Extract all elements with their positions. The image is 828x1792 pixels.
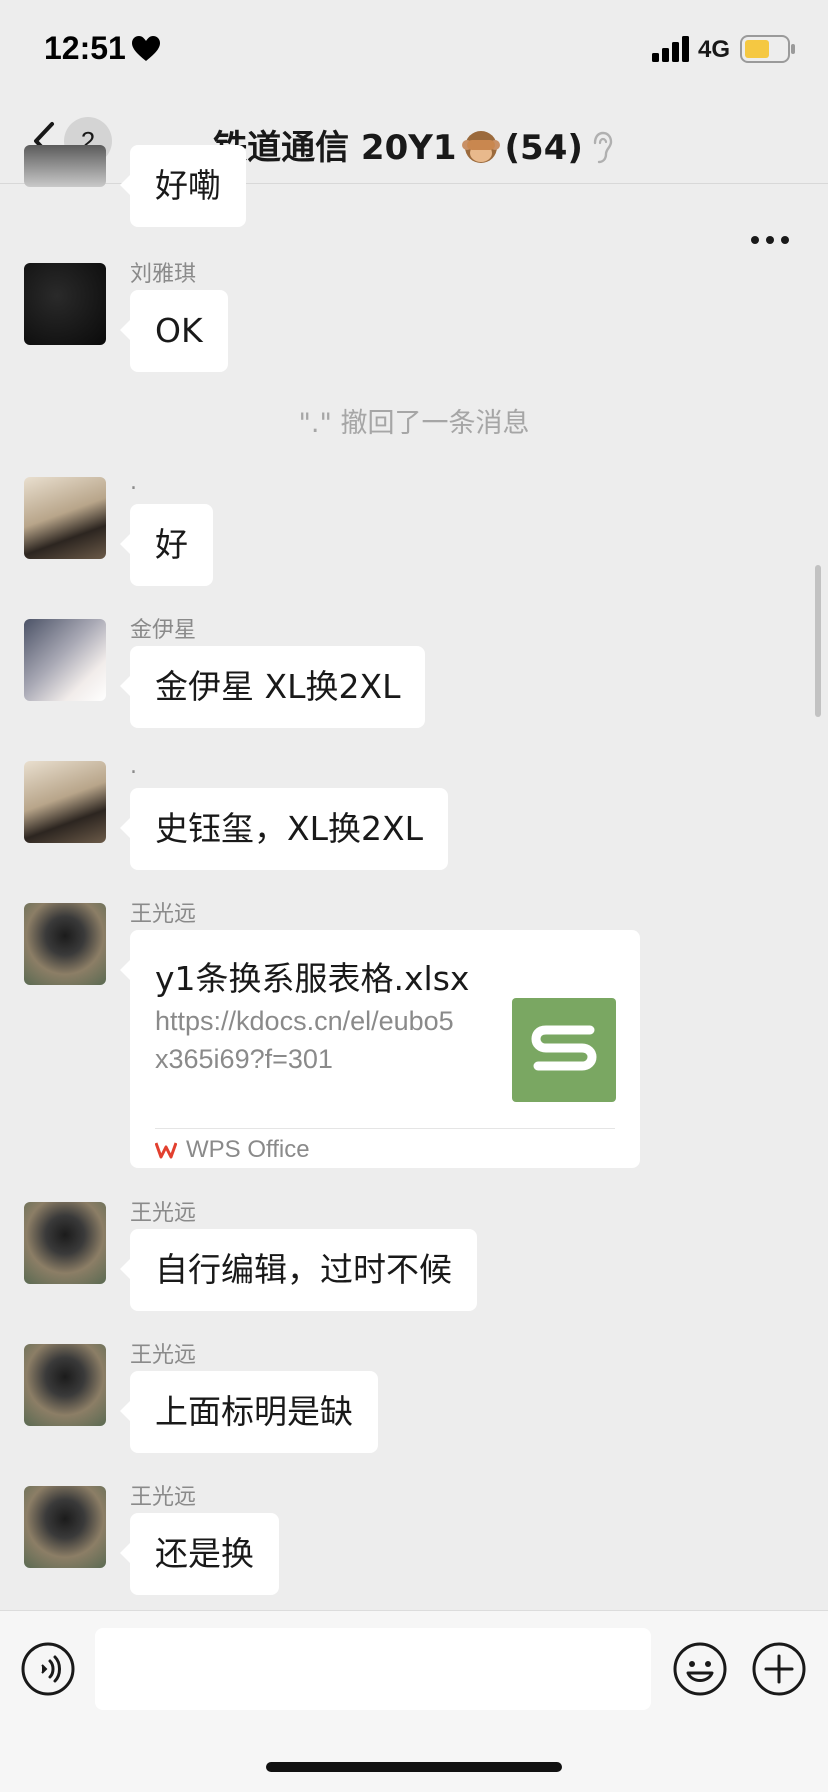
sender-name: 王光远 bbox=[130, 1343, 197, 1368]
file-title: y1条换系服表格.xlsx bbox=[155, 959, 470, 998]
avatar[interactable] bbox=[24, 1344, 106, 1426]
message-bubble[interactable]: 金伊星 XL换2XL bbox=[119, 646, 426, 728]
file-message-card[interactable]: y1条换系服表格.xlsx https://kdocs.cn/el/eubo5x… bbox=[120, 930, 640, 1168]
avatar[interactable] bbox=[24, 1202, 106, 1284]
recall-notice: "." 撤回了一条消息 bbox=[298, 408, 530, 439]
message-text: OK bbox=[155, 311, 203, 350]
divider bbox=[155, 1128, 615, 1129]
home-indicator bbox=[266, 1762, 562, 1772]
message-bubble[interactable]: 好嘞 bbox=[120, 145, 246, 227]
heart-icon bbox=[132, 36, 160, 61]
sender-name: 刘雅琪 bbox=[130, 262, 197, 287]
message-text: 还是换 bbox=[155, 1534, 254, 1573]
message-text: 上面标明是缺 bbox=[155, 1392, 353, 1431]
network-label: 4G bbox=[698, 36, 731, 63]
sender-name: 金伊星 bbox=[130, 618, 197, 643]
avatar[interactable] bbox=[24, 1486, 106, 1568]
message-text: 好 bbox=[155, 525, 188, 564]
sender-name: . bbox=[130, 754, 137, 779]
message-text: 好嘞 bbox=[155, 166, 221, 205]
message-bubble[interactable]: 好 bbox=[120, 504, 213, 586]
avatar[interactable] bbox=[24, 619, 106, 701]
sender-name: 王光远 bbox=[130, 1201, 197, 1226]
status-time: 12:51 bbox=[44, 30, 126, 66]
file-url: https://kdocs.cn/el/eubo5x365i69?f=301 bbox=[155, 1006, 454, 1074]
battery-icon bbox=[740, 35, 795, 63]
chat-title: 铁道通信 20Y1 (54) bbox=[0, 120, 828, 169]
voice-input-button[interactable] bbox=[20, 1641, 76, 1697]
message-bubble[interactable]: 史钰玺，XL换2XL bbox=[120, 788, 448, 870]
wps-spreadsheet-icon bbox=[512, 998, 616, 1102]
message-text: 自行编辑，过时不候 bbox=[155, 1250, 452, 1289]
see-no-evil-monkey-icon bbox=[461, 131, 500, 163]
message-input[interactable] bbox=[95, 1628, 651, 1710]
avatar[interactable] bbox=[24, 761, 106, 843]
ear-off-icon bbox=[593, 131, 613, 164]
avatar[interactable] bbox=[24, 145, 106, 187]
message-bubble[interactable]: OK bbox=[120, 290, 228, 372]
plus-button[interactable] bbox=[751, 1641, 807, 1697]
scrollbar[interactable] bbox=[815, 565, 821, 717]
avatar[interactable] bbox=[24, 477, 106, 559]
wps-logo-icon bbox=[155, 1142, 177, 1159]
chat-title-text: 铁道通信 20Y1 bbox=[213, 128, 457, 168]
avatar[interactable] bbox=[24, 903, 106, 985]
chat-member-count: (54) bbox=[504, 128, 583, 168]
message-bubble[interactable]: 自行编辑，过时不候 bbox=[120, 1229, 477, 1311]
more-options-button[interactable] bbox=[750, 228, 790, 252]
message-bubble[interactable]: 上面标明是缺 bbox=[120, 1371, 378, 1453]
sender-name: 王光远 bbox=[130, 1485, 197, 1510]
emoji-button[interactable] bbox=[672, 1641, 728, 1697]
message-text: 史钰玺，XL换2XL bbox=[155, 809, 423, 848]
message-bubble[interactable]: 还是换 bbox=[120, 1513, 279, 1595]
signal-icon bbox=[652, 36, 689, 62]
sender-name: . bbox=[130, 470, 137, 495]
file-source: WPS Office bbox=[186, 1136, 310, 1163]
sender-name: 王光远 bbox=[130, 902, 197, 927]
status-bar: 12:51 4G bbox=[0, 0, 828, 100]
avatar[interactable] bbox=[24, 263, 106, 345]
message-text: 金伊星 XL换2XL bbox=[155, 667, 401, 706]
